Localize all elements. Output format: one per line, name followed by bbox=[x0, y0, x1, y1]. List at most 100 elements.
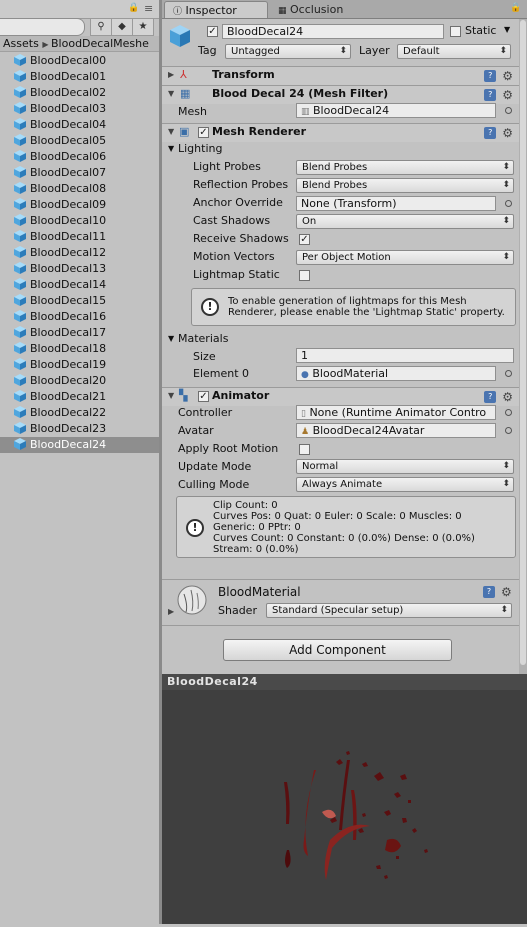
mesh-filter-header[interactable]: ▼ ▦ Blood Decal 24 (Mesh Filter) ? ⚙ bbox=[162, 85, 519, 104]
file-list-item[interactable]: BloodDecal18 bbox=[0, 341, 159, 357]
object-picker-icon[interactable] bbox=[505, 409, 512, 416]
search-input[interactable] bbox=[0, 18, 85, 36]
layer-dropdown[interactable]: Default bbox=[397, 44, 511, 59]
favorite-star-icon[interactable]: ★ bbox=[132, 18, 154, 36]
fold-down-icon[interactable]: ▼ bbox=[168, 334, 174, 343]
controller-field[interactable]: ▯ None (Runtime Animator Contro bbox=[296, 405, 496, 420]
fold-down-icon[interactable]: ▼ bbox=[168, 89, 174, 98]
object-picker-icon[interactable] bbox=[505, 107, 512, 114]
object-name-field[interactable]: BloodDecal24 bbox=[222, 24, 444, 39]
preview-header[interactable]: BloodDecal24 bbox=[162, 674, 527, 690]
file-name: BloodDecal17 bbox=[30, 326, 107, 339]
file-list-item[interactable]: BloodDecal06 bbox=[0, 149, 159, 165]
fold-down-icon[interactable]: ▼ bbox=[168, 144, 174, 153]
file-list-item[interactable]: BloodDecal16 bbox=[0, 309, 159, 325]
gear-icon[interactable]: ⚙ bbox=[501, 585, 512, 599]
add-component-button[interactable]: Add Component bbox=[223, 639, 452, 661]
fold-right-icon[interactable]: ▶ bbox=[168, 70, 174, 79]
reflection-probes-dropdown[interactable]: Blend Probes bbox=[296, 178, 514, 193]
gear-icon[interactable]: ⚙ bbox=[502, 390, 513, 404]
file-list-item[interactable]: BloodDecal13 bbox=[0, 261, 159, 277]
file-list-item[interactable]: BloodDecal24 bbox=[0, 437, 159, 453]
receive-shadows-checkbox[interactable]: ✓ bbox=[299, 234, 310, 245]
menu-icon[interactable]: ≡ bbox=[144, 2, 153, 15]
file-name: BloodDecal01 bbox=[30, 70, 107, 83]
file-list-item[interactable]: BloodDecal03 bbox=[0, 101, 159, 117]
fold-right-icon[interactable]: ▶ bbox=[168, 607, 174, 616]
scrollbar-thumb[interactable] bbox=[520, 20, 526, 665]
file-list-item[interactable]: BloodDecal10 bbox=[0, 213, 159, 229]
tag-dropdown[interactable]: Untagged bbox=[225, 44, 351, 59]
cast-shadows-dropdown[interactable]: On bbox=[296, 214, 514, 229]
mesh-renderer-header[interactable]: ▼ ▣ ✓ Mesh Renderer ? ⚙ bbox=[162, 123, 519, 142]
anchor-override-field[interactable]: None (Transform) bbox=[296, 196, 496, 211]
file-list-item[interactable]: BloodDecal22 bbox=[0, 405, 159, 421]
file-list-item[interactable]: BloodDecal23 bbox=[0, 421, 159, 437]
light-probes-dropdown[interactable]: Blend Probes bbox=[296, 160, 514, 175]
element0-field[interactable]: ● BloodMaterial bbox=[296, 366, 496, 381]
mesh-cube-icon bbox=[14, 390, 26, 402]
help-icon[interactable]: ? bbox=[484, 89, 497, 101]
mesh-icon: ▥ bbox=[301, 107, 310, 117]
file-list-item[interactable]: BloodDecal02 bbox=[0, 85, 159, 101]
transform-header[interactable]: ▶ ⅄ Transform ? ⚙ bbox=[162, 66, 519, 85]
file-list-item[interactable]: BloodDecal20 bbox=[0, 373, 159, 389]
file-list-item[interactable]: BloodDecal15 bbox=[0, 293, 159, 309]
shader-dropdown[interactable]: Standard (Specular setup) bbox=[266, 603, 512, 618]
file-list-item[interactable]: BloodDecal01 bbox=[0, 69, 159, 85]
file-list-item[interactable]: BloodDecal14 bbox=[0, 277, 159, 293]
file-name: BloodDecal20 bbox=[30, 374, 107, 387]
mesh-cube-icon bbox=[14, 358, 26, 370]
motion-vectors-dropdown[interactable]: Per Object Motion bbox=[296, 250, 514, 265]
mesh-renderer-enabled-checkbox[interactable]: ✓ bbox=[198, 127, 209, 138]
file-list-item[interactable]: BloodDecal04 bbox=[0, 117, 159, 133]
mesh-cube-icon bbox=[14, 406, 26, 418]
file-list-item[interactable]: BloodDecal21 bbox=[0, 389, 159, 405]
mesh-field[interactable]: ▥ BloodDecal24 bbox=[296, 103, 496, 118]
file-list-item[interactable]: BloodDecal05 bbox=[0, 133, 159, 149]
lightmap-static-checkbox[interactable] bbox=[299, 270, 310, 281]
help-icon[interactable]: ? bbox=[484, 127, 497, 139]
stat-line: Curves Count: 0 Constant: 0 (0.0%) Dense… bbox=[213, 533, 475, 544]
gear-icon[interactable]: ⚙ bbox=[502, 126, 513, 140]
culling-mode-dropdown[interactable]: Always Animate bbox=[296, 477, 514, 492]
object-picker-icon[interactable] bbox=[505, 370, 512, 377]
help-icon[interactable]: ? bbox=[484, 391, 497, 403]
mesh-cube-icon bbox=[14, 422, 26, 434]
materials-size-field[interactable]: 1 bbox=[296, 348, 514, 363]
lock-icon[interactable]: 🔒 bbox=[510, 3, 521, 13]
active-checkbox[interactable]: ✓ bbox=[207, 26, 218, 37]
mesh-preview[interactable] bbox=[162, 690, 527, 924]
controller-label: Controller bbox=[178, 406, 233, 419]
static-dropdown-icon[interactable]: ▼ bbox=[504, 25, 510, 34]
avatar-field[interactable]: ♟ BloodDecal24Avatar bbox=[296, 423, 496, 438]
tab-occlusion[interactable]: ▦ Occlusion bbox=[270, 1, 370, 18]
file-list-item[interactable]: BloodDecal09 bbox=[0, 197, 159, 213]
filter-by-type-icon[interactable]: ⚲ bbox=[90, 18, 112, 36]
object-picker-icon[interactable] bbox=[505, 427, 512, 434]
fold-down-icon[interactable]: ▼ bbox=[168, 391, 174, 400]
apply-root-motion-checkbox[interactable] bbox=[299, 444, 310, 455]
lock-icon[interactable]: 🔒 bbox=[128, 3, 139, 13]
breadcrumb-assets[interactable]: Assets bbox=[3, 37, 39, 50]
animator-enabled-checkbox[interactable]: ✓ bbox=[198, 391, 209, 402]
file-list-item[interactable]: BloodDecal12 bbox=[0, 245, 159, 261]
help-icon[interactable]: ? bbox=[484, 70, 497, 82]
help-icon[interactable]: ? bbox=[483, 586, 495, 598]
file-list-item[interactable]: BloodDecal17 bbox=[0, 325, 159, 341]
filter-by-label-icon[interactable]: ◆ bbox=[111, 18, 133, 36]
file-list-item[interactable]: BloodDecal11 bbox=[0, 229, 159, 245]
static-checkbox[interactable] bbox=[450, 26, 461, 37]
tab-inspector[interactable]: ⓘ Inspector bbox=[164, 1, 268, 18]
file-list-item[interactable]: BloodDecal00 bbox=[0, 53, 159, 69]
gear-icon[interactable]: ⚙ bbox=[502, 69, 513, 83]
fold-down-icon[interactable]: ▼ bbox=[168, 127, 174, 136]
gear-icon[interactable]: ⚙ bbox=[502, 88, 513, 102]
breadcrumb-folder[interactable]: BloodDecalMeshe bbox=[51, 37, 149, 50]
object-picker-icon[interactable] bbox=[505, 200, 512, 207]
animator-header[interactable]: ▼ ▚ ✓ Animator ? ⚙ bbox=[162, 387, 519, 406]
file-list-item[interactable]: BloodDecal19 bbox=[0, 357, 159, 373]
file-list-item[interactable]: BloodDecal08 bbox=[0, 181, 159, 197]
file-list-item[interactable]: BloodDecal07 bbox=[0, 165, 159, 181]
update-mode-dropdown[interactable]: Normal bbox=[296, 459, 514, 474]
